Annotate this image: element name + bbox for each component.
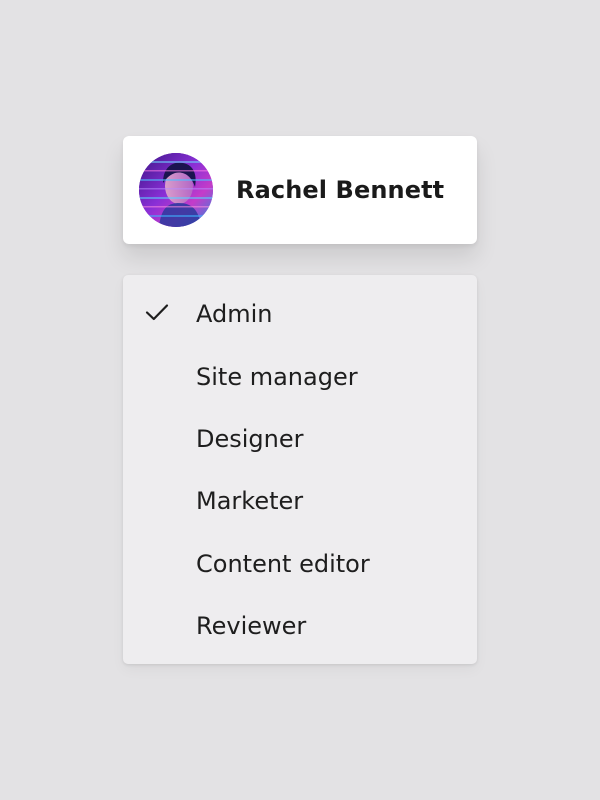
user-name: Rachel Bennett [236,176,445,204]
role-label: Designer [196,424,304,453]
role-option-admin[interactable]: Admin [123,283,477,345]
role-label: Marketer [196,487,304,516]
role-option-designer[interactable]: Designer [123,408,477,470]
role-menu: Admin Site manager Designer Marketer Con… [123,275,477,664]
avatar [139,153,213,227]
role-label: Content editor [196,549,370,578]
checkmark-icon [145,304,169,321]
role-option-reviewer[interactable]: Reviewer [123,595,477,657]
role-label: Reviewer [196,612,307,641]
role-option-marketer[interactable]: Marketer [123,470,477,532]
role-label: Admin [196,300,273,329]
role-option-site-manager[interactable]: Site manager [123,345,477,407]
role-option-content-editor[interactable]: Content editor [123,533,477,595]
user-card[interactable]: Rachel Bennett [123,136,477,244]
role-label: Site manager [196,362,358,391]
